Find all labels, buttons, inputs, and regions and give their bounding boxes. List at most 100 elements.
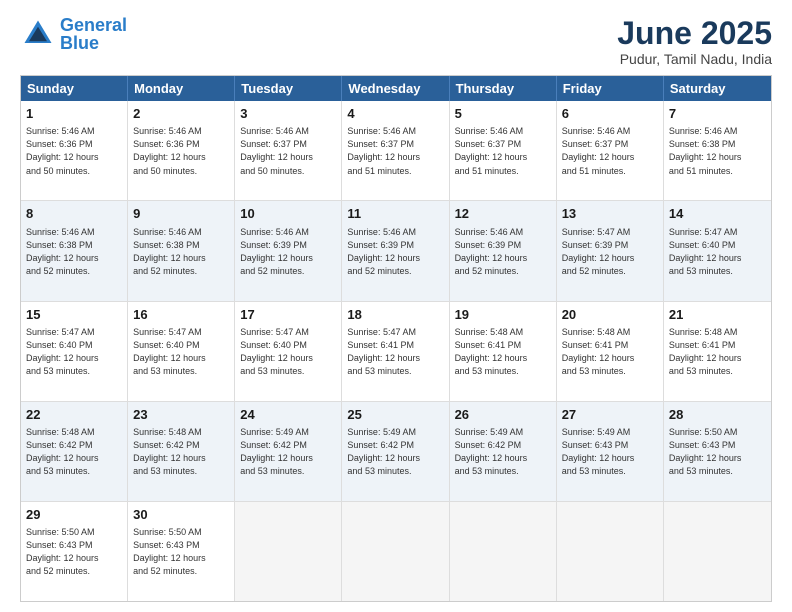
empty-cell — [450, 502, 557, 601]
day-cell-4: 4Sunrise: 5:46 AM Sunset: 6:37 PM Daylig… — [342, 101, 449, 200]
calendar-header-sunday: Sunday — [21, 76, 128, 101]
day-number: 18 — [347, 306, 443, 324]
day-cell-25: 25Sunrise: 5:49 AM Sunset: 6:42 PM Dayli… — [342, 402, 449, 501]
day-info: Sunrise: 5:50 AM Sunset: 6:43 PM Dayligh… — [669, 426, 766, 478]
day-cell-29: 29 Sunrise: 5:50 AM Sunset: 6:43 PM Dayli… — [21, 502, 128, 601]
day-cell-24: 24 Sunrise: 5:49 AM Sunset: 6:42 PM Dayli… — [235, 402, 342, 501]
day-cell-7: 7Sunrise: 5:46 AM Sunset: 6:38 PM Daylig… — [664, 101, 771, 200]
day-info: Sunrise: 5:50 AM Sunset: 6:43 PM Dayligh… — [133, 526, 229, 578]
day-number: 12 — [455, 205, 551, 223]
day-number: 21 — [669, 306, 766, 324]
day-info: Sunrise: 5:47 AM Sunset: 6:40 PM Dayligh… — [669, 226, 766, 278]
day-number: 26 — [455, 406, 551, 424]
day-number: 8 — [26, 205, 122, 223]
day-info: Sunrise: 5:46 AM Sunset: 6:37 PM Dayligh… — [455, 125, 551, 177]
calendar-header-wednesday: Wednesday — [342, 76, 449, 101]
day-cell-20: 20 Sunrise: 5:48 AM Sunset: 6:41 PM Dayli… — [557, 302, 664, 401]
day-cell-10: 10 Sunrise: 5:46 AM Sunset: 6:39 PM Dayli… — [235, 201, 342, 300]
day-info: Sunrise: 5:48 AM Sunset: 6:41 PM Dayligh… — [562, 326, 658, 378]
day-info: Sunrise: 5:46 AM Sunset: 6:36 PM Dayligh… — [133, 125, 229, 177]
calendar-row: 15 Sunrise: 5:47 AM Sunset: 6:40 PM Dayli… — [21, 302, 771, 402]
day-number: 17 — [240, 306, 336, 324]
day-info: Sunrise: 5:48 AM Sunset: 6:41 PM Dayligh… — [455, 326, 551, 378]
day-cell-21: 21 Sunrise: 5:48 AM Sunset: 6:41 PM Dayli… — [664, 302, 771, 401]
day-cell-5: 5 Sunrise: 5:46 AM Sunset: 6:37 PM Daylig… — [450, 101, 557, 200]
calendar-header-saturday: Saturday — [664, 76, 771, 101]
day-info: Sunrise: 5:49 AM Sunset: 6:42 PM Dayligh… — [240, 426, 336, 478]
day-info: Sunrise: 5:46 AM Sunset: 6:39 PM Dayligh… — [455, 226, 551, 278]
day-info: Sunrise: 5:48 AM Sunset: 6:41 PM Dayligh… — [669, 326, 766, 378]
day-info: Sunrise: 5:46 AM Sunset: 6:38 PM Dayligh… — [133, 226, 229, 278]
day-info: Sunrise: 5:48 AM Sunset: 6:42 PM Dayligh… — [26, 426, 122, 478]
month-title: June 2025 — [617, 16, 772, 51]
day-cell-13: 13 Sunrise: 5:47 AM Sunset: 6:39 PM Dayli… — [557, 201, 664, 300]
day-number: 15 — [26, 306, 122, 324]
calendar-body: 1 Sunrise: 5:46 AM Sunset: 6:36 PM Daylig… — [21, 101, 771, 601]
day-cell-14: 14 Sunrise: 5:47 AM Sunset: 6:40 PM Dayli… — [664, 201, 771, 300]
day-info: Sunrise: 5:46 AM Sunset: 6:37 PM Dayligh… — [347, 125, 443, 177]
day-number: 23 — [133, 406, 229, 424]
header: General Blue June 2025 Pudur, Tamil Nadu… — [20, 16, 772, 67]
day-number: 11 — [347, 205, 443, 223]
day-cell-27: 27Sunrise: 5:49 AM Sunset: 6:43 PM Dayli… — [557, 402, 664, 501]
day-info: Sunrise: 5:49 AM Sunset: 6:42 PM Dayligh… — [347, 426, 443, 478]
day-number: 16 — [133, 306, 229, 324]
day-info: Sunrise: 5:47 AM Sunset: 6:39 PM Dayligh… — [562, 226, 658, 278]
day-number: 24 — [240, 406, 336, 424]
day-info: Sunrise: 5:46 AM Sunset: 6:37 PM Dayligh… — [240, 125, 336, 177]
day-cell-1: 1 Sunrise: 5:46 AM Sunset: 6:36 PM Daylig… — [21, 101, 128, 200]
day-number: 22 — [26, 406, 122, 424]
day-number: 20 — [562, 306, 658, 324]
day-cell-3: 3 Sunrise: 5:46 AM Sunset: 6:37 PM Daylig… — [235, 101, 342, 200]
logo-general: General — [60, 15, 127, 35]
day-number: 1 — [26, 105, 122, 123]
day-info: Sunrise: 5:47 AM Sunset: 6:41 PM Dayligh… — [347, 326, 443, 378]
page: General Blue June 2025 Pudur, Tamil Nadu… — [0, 0, 792, 612]
day-cell-8: 8Sunrise: 5:46 AM Sunset: 6:38 PM Daylig… — [21, 201, 128, 300]
day-info: Sunrise: 5:46 AM Sunset: 6:39 PM Dayligh… — [240, 226, 336, 278]
empty-cell — [235, 502, 342, 601]
day-number: 2 — [133, 105, 229, 123]
day-number: 29 — [26, 506, 122, 524]
day-cell-16: 16 Sunrise: 5:47 AM Sunset: 6:40 PM Dayli… — [128, 302, 235, 401]
calendar-row: 1 Sunrise: 5:46 AM Sunset: 6:36 PM Daylig… — [21, 101, 771, 201]
day-cell-30: 30Sunrise: 5:50 AM Sunset: 6:43 PM Dayli… — [128, 502, 235, 601]
day-info: Sunrise: 5:47 AM Sunset: 6:40 PM Dayligh… — [133, 326, 229, 378]
day-info: Sunrise: 5:46 AM Sunset: 6:37 PM Dayligh… — [562, 125, 658, 177]
day-number: 19 — [455, 306, 551, 324]
calendar-header-tuesday: Tuesday — [235, 76, 342, 101]
day-number: 7 — [669, 105, 766, 123]
location: Pudur, Tamil Nadu, India — [617, 51, 772, 67]
day-number: 10 — [240, 205, 336, 223]
day-info: Sunrise: 5:47 AM Sunset: 6:40 PM Dayligh… — [26, 326, 122, 378]
day-info: Sunrise: 5:47 AM Sunset: 6:40 PM Dayligh… — [240, 326, 336, 378]
calendar-header-thursday: Thursday — [450, 76, 557, 101]
day-info: Sunrise: 5:49 AM Sunset: 6:43 PM Dayligh… — [562, 426, 658, 478]
day-cell-11: 11 Sunrise: 5:46 AM Sunset: 6:39 PM Dayli… — [342, 201, 449, 300]
logo-text: General Blue — [60, 16, 127, 52]
day-cell-23: 23 Sunrise: 5:48 AM Sunset: 6:42 PM Dayli… — [128, 402, 235, 501]
day-cell-17: 17 Sunrise: 5:47 AM Sunset: 6:40 PM Dayli… — [235, 302, 342, 401]
day-info: Sunrise: 5:48 AM Sunset: 6:42 PM Dayligh… — [133, 426, 229, 478]
day-number: 3 — [240, 105, 336, 123]
day-number: 9 — [133, 205, 229, 223]
day-cell-18: 18 Sunrise: 5:47 AM Sunset: 6:41 PM Dayli… — [342, 302, 449, 401]
empty-cell — [557, 502, 664, 601]
day-cell-15: 15 Sunrise: 5:47 AM Sunset: 6:40 PM Dayli… — [21, 302, 128, 401]
day-number: 13 — [562, 205, 658, 223]
day-info: Sunrise: 5:46 AM Sunset: 6:39 PM Dayligh… — [347, 226, 443, 278]
empty-cell — [342, 502, 449, 601]
day-cell-22: 22 Sunrise: 5:48 AM Sunset: 6:42 PM Dayli… — [21, 402, 128, 501]
day-info: Sunrise: 5:46 AM Sunset: 6:36 PM Dayligh… — [26, 125, 122, 177]
calendar-row: 22 Sunrise: 5:48 AM Sunset: 6:42 PM Dayli… — [21, 402, 771, 502]
day-number: 14 — [669, 205, 766, 223]
calendar-row: 29 Sunrise: 5:50 AM Sunset: 6:43 PM Dayli… — [21, 502, 771, 601]
day-number: 6 — [562, 105, 658, 123]
day-info: Sunrise: 5:50 AM Sunset: 6:43 PM Dayligh… — [26, 526, 122, 578]
logo-blue: Blue — [60, 33, 99, 53]
day-info: Sunrise: 5:49 AM Sunset: 6:42 PM Dayligh… — [455, 426, 551, 478]
calendar-header-monday: Monday — [128, 76, 235, 101]
day-cell-2: 2 Sunrise: 5:46 AM Sunset: 6:36 PM Daylig… — [128, 101, 235, 200]
logo: General Blue — [20, 16, 127, 52]
day-number: 5 — [455, 105, 551, 123]
